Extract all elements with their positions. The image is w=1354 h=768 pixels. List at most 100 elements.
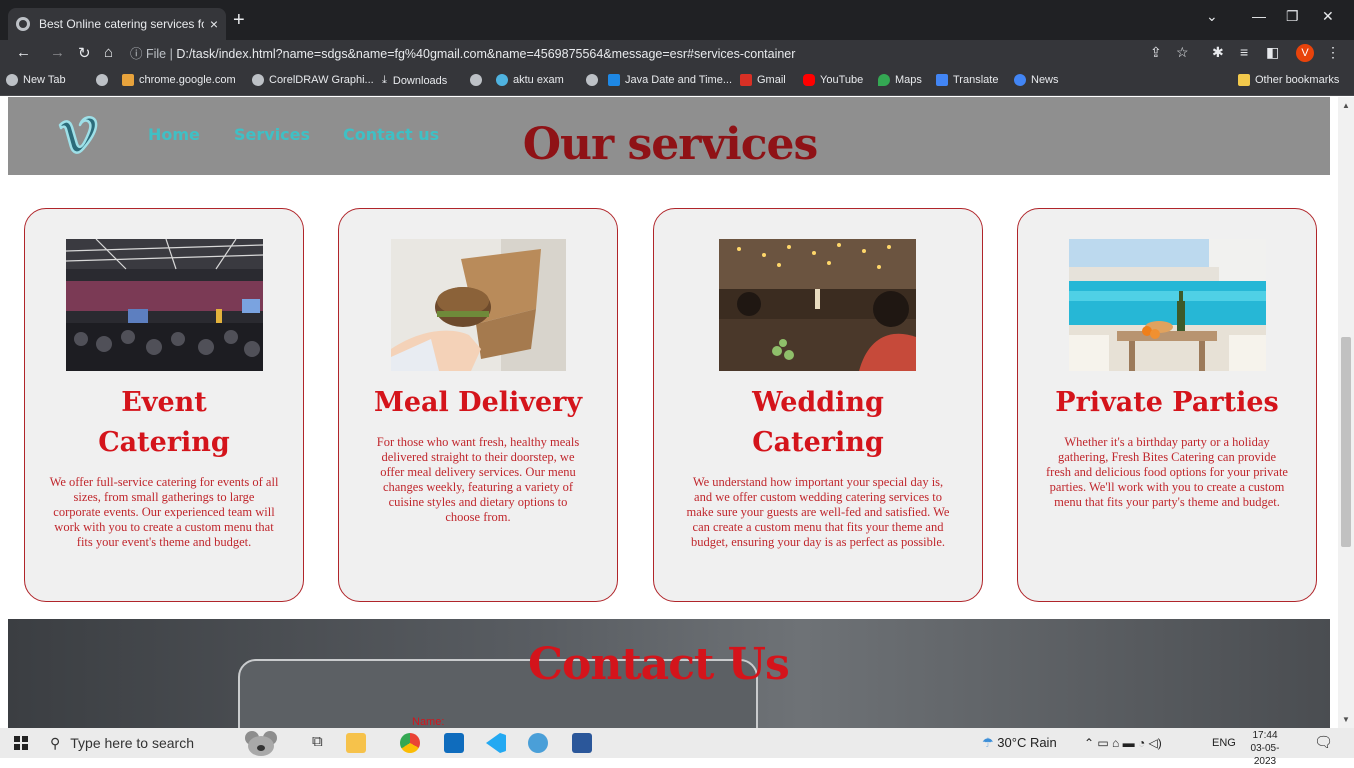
search-placeholder: Type here to search — [70, 735, 195, 751]
address-toolbar: ← → ↻ ⌂ ⓘ File | D:/task/index.html?name… — [0, 40, 1354, 68]
notification-icon[interactable]: 🗨 — [1314, 728, 1333, 758]
translate-icon — [936, 74, 948, 86]
bookmark-chrome[interactable]: chrome.google.com — [122, 74, 236, 86]
card-title: Private Parties — [1055, 387, 1279, 418]
service-card-private-parties: Private Parties Whether it's a birthday … — [1017, 208, 1317, 602]
clock-time: 17:44 — [1252, 730, 1278, 741]
card-title: Meal Delivery — [373, 387, 583, 418]
scroll-down-arrow-icon[interactable]: ▼ — [1342, 715, 1350, 724]
nav-home-link[interactable]: Home — [148, 125, 200, 144]
scrollbar-thumb[interactable] — [1341, 337, 1351, 547]
site-info[interactable]: ⓘ File | — [130, 47, 173, 61]
vscode-icon[interactable] — [486, 733, 506, 753]
file-explorer-icon[interactable] — [346, 733, 366, 753]
extensions-icon[interactable]: ✱ — [1212, 44, 1224, 61]
nav-services-link[interactable]: Services — [234, 125, 310, 144]
chrome-icon[interactable] — [400, 733, 420, 753]
clock[interactable]: 17:44 03-05-2023 — [1244, 729, 1286, 768]
name-field-label: Name: — [412, 716, 445, 728]
service-card-event: Event Catering We offer full-service cat… — [24, 208, 304, 602]
restore-button[interactable]: ❐ — [1286, 8, 1299, 25]
app-icon[interactable] — [528, 733, 548, 753]
vimeo-logo-icon[interactable] — [56, 111, 102, 157]
download-icon: ⤓ — [382, 74, 387, 86]
tab-strip: Best Online catering services for × + ⌄ … — [0, 0, 1354, 40]
bookmark-coreldraw[interactable]: CorelDRAW Graphi... — [252, 74, 374, 86]
tab-title: Best Online catering services for — [39, 17, 204, 31]
pool-table-photo — [1069, 239, 1266, 371]
globe-icon[interactable] — [586, 74, 603, 86]
tray-icons[interactable]: ⌃ ▭ ⌂ ▬ ◔ ◁) — [1084, 728, 1162, 758]
bookmark-star-icon[interactable]: ☆ — [1176, 44, 1189, 61]
mail-icon[interactable] — [444, 733, 464, 753]
store-icon — [122, 74, 134, 86]
contact-section: Contact Us Name: — [8, 619, 1330, 728]
java-site-icon — [608, 74, 620, 86]
bookmark-maps[interactable]: Maps — [878, 74, 922, 86]
nav-contact-link[interactable]: Contact us — [343, 125, 439, 144]
url-text[interactable]: D:/task/index.html?name=sdgs&name=fg%40g… — [176, 47, 795, 61]
card-description: Whether it's a birthday party or a holid… — [1046, 435, 1288, 509]
side-panel-icon[interactable]: ◧ — [1266, 44, 1279, 61]
aktu-icon — [496, 74, 508, 86]
card-description: We offer full-service catering for event… — [49, 475, 279, 549]
globe-icon — [16, 17, 30, 31]
bookmark-translate[interactable]: Translate — [936, 74, 998, 86]
tab-search-icon[interactable]: ⌄ — [1206, 8, 1218, 25]
windows-start-icon[interactable] — [14, 736, 28, 750]
service-card-wedding: Wedding Catering We understand how impor… — [653, 208, 983, 602]
globe-icon[interactable] — [96, 74, 113, 86]
word-icon[interactable] — [572, 733, 592, 753]
card-description: For those who want fresh, healthy meals … — [376, 435, 580, 524]
page-scrollbar[interactable]: ▲ ▼ — [1338, 97, 1354, 728]
reload-icon[interactable]: ↻ — [78, 44, 91, 62]
task-view-icon[interactable]: ⧉ — [312, 733, 332, 753]
gmail-icon — [740, 74, 752, 86]
news-icon — [1014, 74, 1026, 86]
url-bar[interactable]: ⓘ File | D:/task/index.html?name=sdgs&na… — [130, 42, 1140, 66]
new-tab-button[interactable]: + — [233, 10, 245, 30]
other-bookmarks[interactable]: Other bookmarks — [1238, 74, 1339, 86]
bookmark-new-tab[interactable]: New Tab — [6, 74, 66, 86]
tab-close-button[interactable]: × — [210, 16, 218, 32]
forward-icon[interactable]: → — [50, 44, 65, 61]
rain-cloud-icon: ☂ — [982, 735, 994, 750]
minimize-button[interactable]: — — [1252, 8, 1266, 24]
language-indicator[interactable]: ENG — [1212, 728, 1236, 758]
card-title: Wedding Catering — [752, 387, 884, 458]
share-icon[interactable]: ⇪ — [1150, 44, 1162, 61]
event-hall-photo — [66, 239, 263, 371]
bookmark-youtube[interactable]: YouTube — [803, 74, 863, 86]
services-title: Our services — [522, 119, 819, 170]
profile-avatar[interactable]: V — [1296, 44, 1314, 62]
youtube-icon — [803, 74, 815, 86]
card-description: We understand how important your special… — [686, 475, 950, 549]
menu-icon[interactable]: ⋮ — [1326, 44, 1340, 61]
bookmark-downloads[interactable]: ⤓ Downloads — [382, 74, 447, 87]
burger-box-photo — [391, 239, 566, 371]
wedding-toast-photo — [719, 239, 916, 371]
bookmark-gmail[interactable]: Gmail — [740, 74, 786, 86]
back-icon[interactable]: ← — [16, 44, 31, 61]
bookmarks-bar: New Tab chrome.google.com CorelDRAW Grap… — [0, 68, 1354, 96]
koala-widget-icon[interactable] — [232, 730, 288, 756]
folder-icon — [1238, 74, 1250, 86]
bookmark-news[interactable]: News — [1014, 74, 1059, 86]
close-window-button[interactable]: ✕ — [1322, 8, 1334, 25]
globe-icon — [6, 74, 18, 86]
service-card-meal-delivery: Meal Delivery For those who want fresh, … — [338, 208, 618, 602]
windows-taskbar: ⚲ Type here to search ⧉ ☂ 30°C Rain ⌃ ▭ … — [0, 728, 1354, 767]
globe-icon[interactable] — [470, 74, 487, 86]
active-tab[interactable]: Best Online catering services for × — [8, 8, 226, 40]
bookmark-java[interactable]: Java Date and Time... — [608, 74, 732, 86]
card-title: Event Catering — [98, 387, 230, 458]
scroll-up-arrow-icon[interactable]: ▲ — [1342, 101, 1350, 110]
globe-icon — [252, 74, 264, 86]
maps-pin-icon — [878, 74, 890, 86]
search-icon: ⚲ — [50, 735, 61, 751]
home-icon[interactable]: ⌂ — [104, 44, 113, 61]
reading-list-icon[interactable]: ≡ — [1240, 44, 1248, 60]
bookmark-aktu[interactable]: aktu exam — [496, 74, 564, 86]
contact-title: Contact Us — [528, 639, 790, 690]
weather-widget[interactable]: ☂ 30°C Rain — [982, 728, 1057, 758]
